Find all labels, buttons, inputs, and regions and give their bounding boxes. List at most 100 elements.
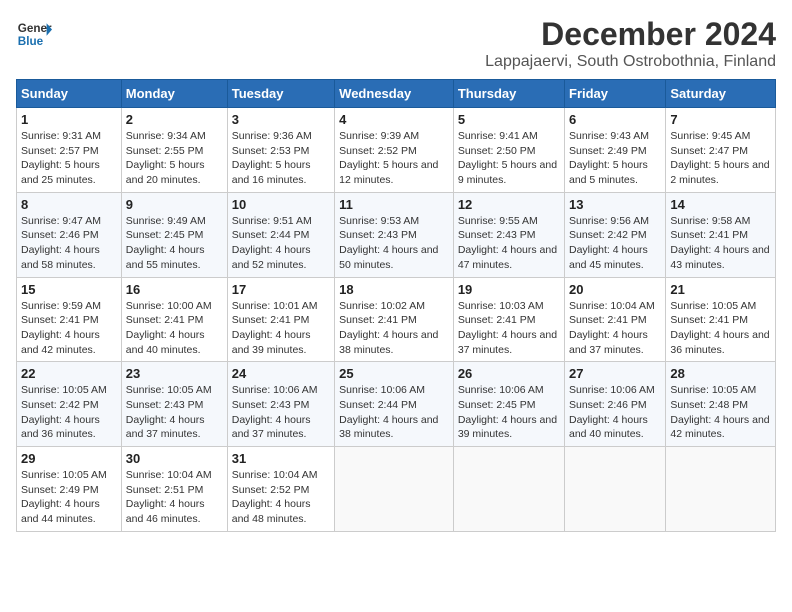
sunrise-label: Sunrise: 9:49 AM: [126, 215, 206, 227]
day-number: 8: [21, 197, 117, 212]
sunset-label: Sunset: 2:41 PM: [569, 314, 647, 326]
daylight-label: Daylight: 4 hours and 37 minutes.: [458, 329, 557, 356]
sunset-label: Sunset: 2:52 PM: [232, 484, 310, 496]
calendar-day-cell: 9 Sunrise: 9:49 AM Sunset: 2:45 PM Dayli…: [121, 192, 227, 277]
calendar-day-cell: 25 Sunrise: 10:06 AM Sunset: 2:44 PM Day…: [335, 362, 454, 447]
calendar-day-cell: 19 Sunrise: 10:03 AM Sunset: 2:41 PM Day…: [453, 277, 564, 362]
calendar-day-cell: 26 Sunrise: 10:06 AM Sunset: 2:45 PM Day…: [453, 362, 564, 447]
day-number: 30: [126, 451, 223, 466]
sunrise-label: Sunrise: 10:05 AM: [21, 384, 107, 396]
calendar-day-cell: 12 Sunrise: 9:55 AM Sunset: 2:43 PM Dayl…: [453, 192, 564, 277]
sunset-label: Sunset: 2:43 PM: [339, 229, 417, 241]
sunrise-label: Sunrise: 9:59 AM: [21, 300, 101, 312]
logo-icon: General Blue: [16, 16, 52, 52]
calendar-day-cell: 5 Sunrise: 9:41 AM Sunset: 2:50 PM Dayli…: [453, 108, 564, 193]
sunrise-label: Sunrise: 9:47 AM: [21, 215, 101, 227]
sunrise-label: Sunrise: 9:51 AM: [232, 215, 312, 227]
daylight-label: Daylight: 4 hours and 43 minutes.: [670, 244, 769, 271]
day-info: Sunrise: 10:01 AM Sunset: 2:41 PM Daylig…: [232, 299, 330, 358]
sunrise-label: Sunrise: 10:05 AM: [126, 384, 212, 396]
calendar-day-cell: [565, 447, 666, 532]
calendar-day-cell: 16 Sunrise: 10:00 AM Sunset: 2:41 PM Day…: [121, 277, 227, 362]
sunrise-label: Sunrise: 10:06 AM: [458, 384, 544, 396]
sunrise-label: Sunrise: 10:06 AM: [569, 384, 655, 396]
day-number: 1: [21, 112, 117, 127]
day-info: Sunrise: 10:03 AM Sunset: 2:41 PM Daylig…: [458, 299, 560, 358]
calendar-week-row: 1 Sunrise: 9:31 AM Sunset: 2:57 PM Dayli…: [17, 108, 776, 193]
daylight-label: Daylight: 5 hours and 2 minutes.: [670, 159, 769, 186]
day-info: Sunrise: 10:02 AM Sunset: 2:41 PM Daylig…: [339, 299, 449, 358]
logo: General Blue: [16, 16, 52, 52]
sunrise-label: Sunrise: 10:06 AM: [232, 384, 318, 396]
calendar-day-cell: 20 Sunrise: 10:04 AM Sunset: 2:41 PM Day…: [565, 277, 666, 362]
sunset-label: Sunset: 2:52 PM: [339, 145, 417, 157]
calendar-week-row: 8 Sunrise: 9:47 AM Sunset: 2:46 PM Dayli…: [17, 192, 776, 277]
day-info: Sunrise: 9:56 AM Sunset: 2:42 PM Dayligh…: [569, 214, 661, 273]
sunset-label: Sunset: 2:43 PM: [232, 399, 310, 411]
daylight-label: Daylight: 4 hours and 36 minutes.: [670, 329, 769, 356]
sunset-label: Sunset: 2:41 PM: [21, 314, 99, 326]
day-number: 21: [670, 282, 771, 297]
sunset-label: Sunset: 2:42 PM: [21, 399, 99, 411]
day-number: 3: [232, 112, 330, 127]
sunrise-label: Sunrise: 10:05 AM: [21, 469, 107, 481]
day-number: 2: [126, 112, 223, 127]
calendar-week-row: 29 Sunrise: 10:05 AM Sunset: 2:49 PM Day…: [17, 447, 776, 532]
calendar-day-cell: [666, 447, 776, 532]
calendar-week-row: 15 Sunrise: 9:59 AM Sunset: 2:41 PM Dayl…: [17, 277, 776, 362]
day-info: Sunrise: 10:06 AM Sunset: 2:44 PM Daylig…: [339, 383, 449, 442]
sunset-label: Sunset: 2:41 PM: [670, 314, 748, 326]
sunrise-label: Sunrise: 9:56 AM: [569, 215, 649, 227]
day-info: Sunrise: 10:05 AM Sunset: 2:41 PM Daylig…: [670, 299, 771, 358]
day-number: 11: [339, 197, 449, 212]
sunrise-label: Sunrise: 9:58 AM: [670, 215, 750, 227]
sunrise-label: Sunrise: 10:04 AM: [126, 469, 212, 481]
calendar-day-cell: 28 Sunrise: 10:05 AM Sunset: 2:48 PM Day…: [666, 362, 776, 447]
sunrise-label: Sunrise: 10:01 AM: [232, 300, 318, 312]
sunset-label: Sunset: 2:43 PM: [126, 399, 204, 411]
weekday-header: Monday: [121, 80, 227, 108]
title-section: December 2024 Lappajaervi, South Ostrobo…: [485, 16, 776, 71]
calendar-day-cell: 21 Sunrise: 10:05 AM Sunset: 2:41 PM Day…: [666, 277, 776, 362]
day-info: Sunrise: 10:06 AM Sunset: 2:43 PM Daylig…: [232, 383, 330, 442]
calendar-day-cell: 13 Sunrise: 9:56 AM Sunset: 2:42 PM Dayl…: [565, 192, 666, 277]
daylight-label: Daylight: 5 hours and 20 minutes.: [126, 159, 205, 186]
sunset-label: Sunset: 2:44 PM: [339, 399, 417, 411]
sunrise-label: Sunrise: 10:00 AM: [126, 300, 212, 312]
daylight-label: Daylight: 5 hours and 25 minutes.: [21, 159, 100, 186]
weekday-header: Sunday: [17, 80, 122, 108]
sunset-label: Sunset: 2:41 PM: [339, 314, 417, 326]
header: General Blue December 2024 Lappajaervi, …: [16, 16, 776, 71]
day-info: Sunrise: 9:34 AM Sunset: 2:55 PM Dayligh…: [126, 129, 223, 188]
sunrise-label: Sunrise: 10:05 AM: [670, 384, 756, 396]
day-info: Sunrise: 9:41 AM Sunset: 2:50 PM Dayligh…: [458, 129, 560, 188]
day-number: 27: [569, 366, 661, 381]
daylight-label: Daylight: 4 hours and 42 minutes.: [670, 414, 769, 441]
day-info: Sunrise: 9:51 AM Sunset: 2:44 PM Dayligh…: [232, 214, 330, 273]
calendar-day-cell: 7 Sunrise: 9:45 AM Sunset: 2:47 PM Dayli…: [666, 108, 776, 193]
sunset-label: Sunset: 2:45 PM: [126, 229, 204, 241]
sunrise-label: Sunrise: 9:43 AM: [569, 130, 649, 142]
calendar-day-cell: 10 Sunrise: 9:51 AM Sunset: 2:44 PM Dayl…: [227, 192, 334, 277]
day-info: Sunrise: 9:43 AM Sunset: 2:49 PM Dayligh…: [569, 129, 661, 188]
daylight-label: Daylight: 5 hours and 16 minutes.: [232, 159, 311, 186]
day-info: Sunrise: 10:06 AM Sunset: 2:46 PM Daylig…: [569, 383, 661, 442]
sunrise-label: Sunrise: 10:02 AM: [339, 300, 425, 312]
sunset-label: Sunset: 2:42 PM: [569, 229, 647, 241]
calendar-day-cell: 1 Sunrise: 9:31 AM Sunset: 2:57 PM Dayli…: [17, 108, 122, 193]
weekday-header: Wednesday: [335, 80, 454, 108]
sunset-label: Sunset: 2:43 PM: [458, 229, 536, 241]
weekday-header: Tuesday: [227, 80, 334, 108]
daylight-label: Daylight: 4 hours and 50 minutes.: [339, 244, 438, 271]
calendar-day-cell: 2 Sunrise: 9:34 AM Sunset: 2:55 PM Dayli…: [121, 108, 227, 193]
calendar-day-cell: 30 Sunrise: 10:04 AM Sunset: 2:51 PM Day…: [121, 447, 227, 532]
subtitle: Lappajaervi, South Ostrobothnia, Finland: [485, 53, 776, 71]
day-info: Sunrise: 9:58 AM Sunset: 2:41 PM Dayligh…: [670, 214, 771, 273]
daylight-label: Daylight: 5 hours and 5 minutes.: [569, 159, 648, 186]
day-number: 4: [339, 112, 449, 127]
day-number: 12: [458, 197, 560, 212]
sunrise-label: Sunrise: 9:39 AM: [339, 130, 419, 142]
day-number: 22: [21, 366, 117, 381]
day-info: Sunrise: 9:39 AM Sunset: 2:52 PM Dayligh…: [339, 129, 449, 188]
day-number: 18: [339, 282, 449, 297]
